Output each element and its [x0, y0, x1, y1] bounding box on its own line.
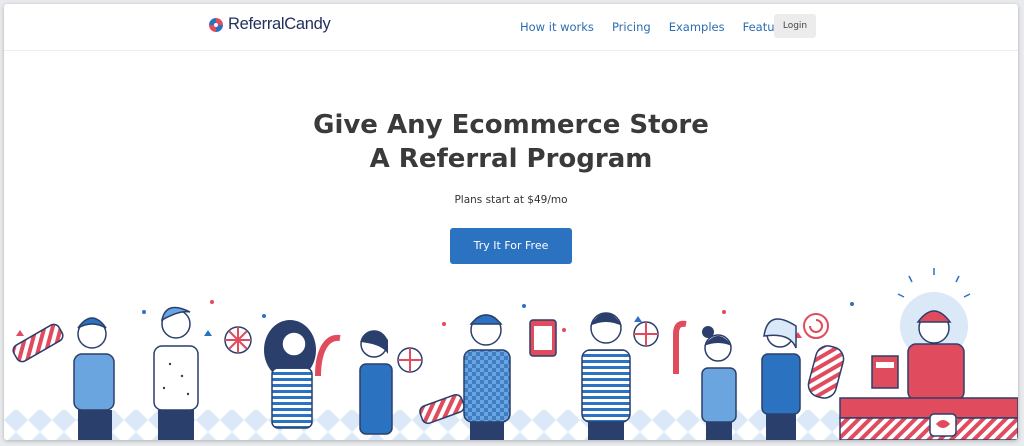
nav-links: How it works Pricing Examples Features — [520, 20, 810, 34]
hero-subtitle: Plans start at $49/mo — [454, 194, 568, 206]
shopkeeper-figure — [839, 268, 1018, 440]
top-nav: ReferralCandy How it works Pricing Examp… — [4, 4, 1018, 51]
referralcandy-logo-icon — [209, 17, 223, 32]
logo[interactable]: ReferralCandy — [208, 15, 331, 34]
hero-title-line2: A Referral Program — [369, 144, 653, 174]
people-holding-candy-illustration — [4, 268, 1018, 440]
nav-how-it-works[interactable]: How it works — [520, 20, 594, 34]
try-for-free-button[interactable]: Try It For Free — [450, 228, 572, 264]
hero-title-line1: Give Any Ecommerce Store — [313, 110, 709, 140]
login-button[interactable]: Login — [774, 14, 816, 38]
hero-title: Give Any Ecommerce Store A Referral Prog… — [4, 108, 1018, 176]
nav-pricing[interactable]: Pricing — [612, 20, 651, 34]
logo-text: ReferralCandy — [228, 15, 331, 33]
nav-examples[interactable]: Examples — [669, 20, 725, 34]
browser-window: ReferralCandy How it works Pricing Examp… — [4, 4, 1018, 440]
